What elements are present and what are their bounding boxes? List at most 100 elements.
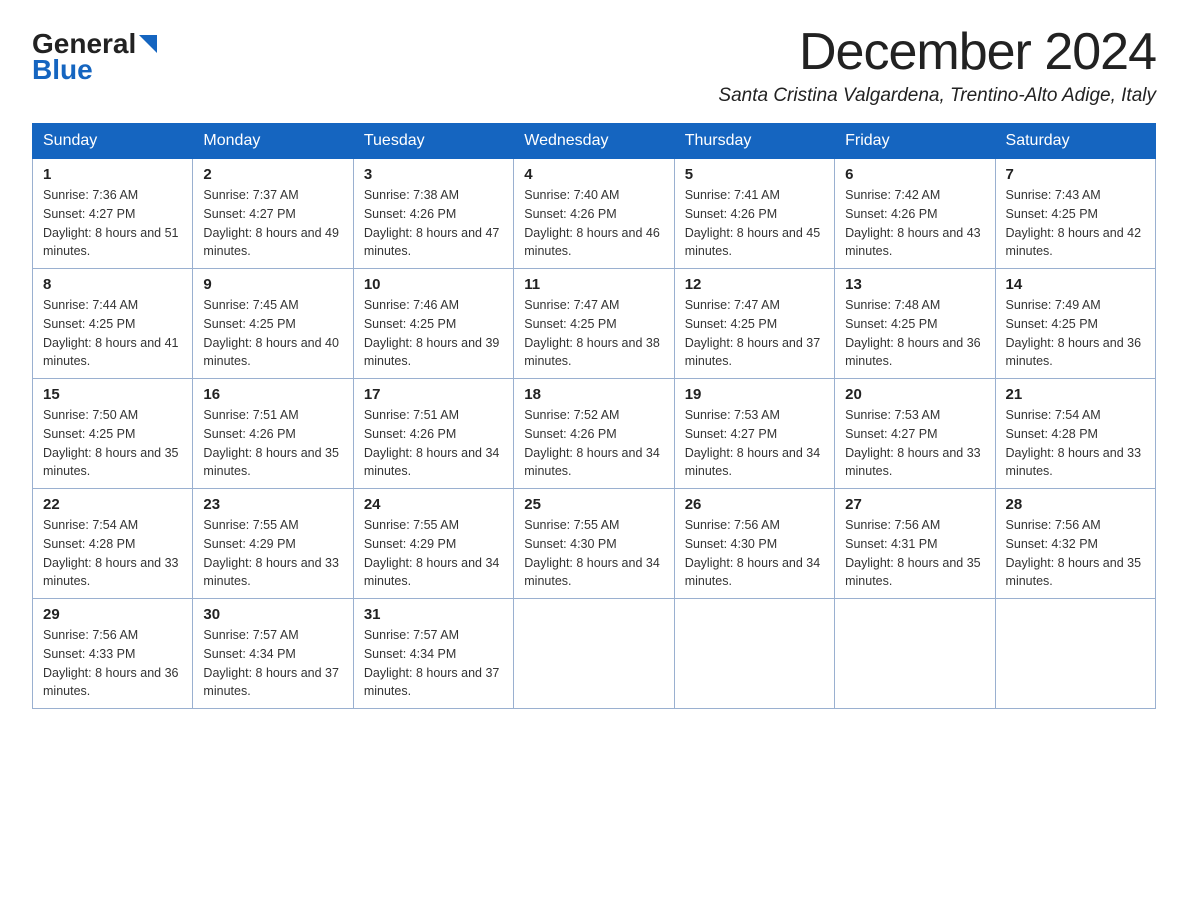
day-number: 13 — [845, 276, 984, 293]
day-number: 10 — [364, 276, 503, 293]
sunset-label: Sunset: 4:26 PM — [685, 207, 777, 221]
day-number: 31 — [364, 606, 503, 623]
sunrise-label: Sunrise: 7:37 AM — [203, 188, 298, 202]
sunrise-label: Sunrise: 7:56 AM — [685, 518, 780, 532]
table-row: 6 Sunrise: 7:42 AM Sunset: 4:26 PM Dayli… — [835, 159, 995, 269]
day-info: Sunrise: 7:41 AM Sunset: 4:26 PM Dayligh… — [685, 186, 824, 261]
sunset-label: Sunset: 4:25 PM — [1006, 207, 1098, 221]
day-info: Sunrise: 7:51 AM Sunset: 4:26 PM Dayligh… — [203, 406, 342, 481]
table-row: 19 Sunrise: 7:53 AM Sunset: 4:27 PM Dayl… — [674, 379, 834, 489]
table-row — [995, 599, 1155, 709]
daylight-label: Daylight: 8 hours and 34 minutes. — [685, 556, 821, 589]
day-info: Sunrise: 7:52 AM Sunset: 4:26 PM Dayligh… — [524, 406, 663, 481]
daylight-label: Daylight: 8 hours and 34 minutes. — [685, 446, 821, 479]
day-number: 30 — [203, 606, 342, 623]
table-row: 29 Sunrise: 7:56 AM Sunset: 4:33 PM Dayl… — [33, 599, 193, 709]
table-row: 23 Sunrise: 7:55 AM Sunset: 4:29 PM Dayl… — [193, 489, 353, 599]
day-info: Sunrise: 7:45 AM Sunset: 4:25 PM Dayligh… — [203, 296, 342, 371]
sunrise-label: Sunrise: 7:40 AM — [524, 188, 619, 202]
table-row: 12 Sunrise: 7:47 AM Sunset: 4:25 PM Dayl… — [674, 269, 834, 379]
sunrise-label: Sunrise: 7:49 AM — [1006, 298, 1101, 312]
sunset-label: Sunset: 4:27 PM — [43, 207, 135, 221]
sunset-label: Sunset: 4:25 PM — [43, 427, 135, 441]
table-row: 16 Sunrise: 7:51 AM Sunset: 4:26 PM Dayl… — [193, 379, 353, 489]
day-number: 26 — [685, 496, 824, 513]
table-row: 2 Sunrise: 7:37 AM Sunset: 4:27 PM Dayli… — [193, 159, 353, 269]
sunrise-label: Sunrise: 7:50 AM — [43, 408, 138, 422]
table-row: 1 Sunrise: 7:36 AM Sunset: 4:27 PM Dayli… — [33, 159, 193, 269]
daylight-label: Daylight: 8 hours and 33 minutes. — [845, 446, 981, 479]
title-block: December 2024 Santa Cristina Valgardena,… — [718, 24, 1156, 107]
sunset-label: Sunset: 4:32 PM — [1006, 537, 1098, 551]
day-number: 17 — [364, 386, 503, 403]
day-number: 8 — [43, 276, 182, 293]
table-row: 17 Sunrise: 7:51 AM Sunset: 4:26 PM Dayl… — [353, 379, 513, 489]
daylight-label: Daylight: 8 hours and 36 minutes. — [845, 336, 981, 369]
sunset-label: Sunset: 4:33 PM — [43, 647, 135, 661]
header-monday: Monday — [193, 124, 353, 159]
day-info: Sunrise: 7:42 AM Sunset: 4:26 PM Dayligh… — [845, 186, 984, 261]
table-row: 26 Sunrise: 7:56 AM Sunset: 4:30 PM Dayl… — [674, 489, 834, 599]
day-info: Sunrise: 7:36 AM Sunset: 4:27 PM Dayligh… — [43, 186, 182, 261]
day-number: 24 — [364, 496, 503, 513]
day-number: 1 — [43, 166, 182, 183]
table-row: 14 Sunrise: 7:49 AM Sunset: 4:25 PM Dayl… — [995, 269, 1155, 379]
table-row — [835, 599, 995, 709]
sunrise-label: Sunrise: 7:55 AM — [364, 518, 459, 532]
daylight-label: Daylight: 8 hours and 34 minutes. — [364, 446, 500, 479]
day-number: 7 — [1006, 166, 1145, 183]
day-info: Sunrise: 7:57 AM Sunset: 4:34 PM Dayligh… — [203, 626, 342, 701]
sunrise-label: Sunrise: 7:56 AM — [1006, 518, 1101, 532]
day-number: 14 — [1006, 276, 1145, 293]
header-friday: Friday — [835, 124, 995, 159]
sunset-label: Sunset: 4:25 PM — [685, 317, 777, 331]
sunset-label: Sunset: 4:26 PM — [203, 427, 295, 441]
day-info: Sunrise: 7:54 AM Sunset: 4:28 PM Dayligh… — [1006, 406, 1145, 481]
day-number: 5 — [685, 166, 824, 183]
daylight-label: Daylight: 8 hours and 40 minutes. — [203, 336, 339, 369]
sunrise-label: Sunrise: 7:47 AM — [685, 298, 780, 312]
sunset-label: Sunset: 4:26 PM — [524, 427, 616, 441]
sunset-label: Sunset: 4:26 PM — [364, 427, 456, 441]
day-number: 4 — [524, 166, 663, 183]
sunrise-label: Sunrise: 7:46 AM — [364, 298, 459, 312]
sunrise-label: Sunrise: 7:54 AM — [43, 518, 138, 532]
daylight-label: Daylight: 8 hours and 35 minutes. — [845, 556, 981, 589]
table-row: 8 Sunrise: 7:44 AM Sunset: 4:25 PM Dayli… — [33, 269, 193, 379]
sunset-label: Sunset: 4:34 PM — [203, 647, 295, 661]
table-row: 7 Sunrise: 7:43 AM Sunset: 4:25 PM Dayli… — [995, 159, 1155, 269]
day-info: Sunrise: 7:51 AM Sunset: 4:26 PM Dayligh… — [364, 406, 503, 481]
sunrise-label: Sunrise: 7:55 AM — [524, 518, 619, 532]
sunrise-label: Sunrise: 7:53 AM — [845, 408, 940, 422]
daylight-label: Daylight: 8 hours and 33 minutes. — [203, 556, 339, 589]
sunrise-label: Sunrise: 7:52 AM — [524, 408, 619, 422]
table-row: 25 Sunrise: 7:55 AM Sunset: 4:30 PM Dayl… — [514, 489, 674, 599]
day-info: Sunrise: 7:56 AM Sunset: 4:33 PM Dayligh… — [43, 626, 182, 701]
sunset-label: Sunset: 4:26 PM — [845, 207, 937, 221]
sunset-label: Sunset: 4:31 PM — [845, 537, 937, 551]
daylight-label: Daylight: 8 hours and 51 minutes. — [43, 226, 179, 259]
sunrise-label: Sunrise: 7:47 AM — [524, 298, 619, 312]
header-saturday: Saturday — [995, 124, 1155, 159]
calendar-header-row: Sunday Monday Tuesday Wednesday Thursday… — [33, 124, 1156, 159]
day-info: Sunrise: 7:47 AM Sunset: 4:25 PM Dayligh… — [685, 296, 824, 371]
day-info: Sunrise: 7:47 AM Sunset: 4:25 PM Dayligh… — [524, 296, 663, 371]
day-number: 27 — [845, 496, 984, 513]
table-row — [514, 599, 674, 709]
daylight-label: Daylight: 8 hours and 37 minutes. — [364, 666, 500, 699]
day-info: Sunrise: 7:57 AM Sunset: 4:34 PM Dayligh… — [364, 626, 503, 701]
header-thursday: Thursday — [674, 124, 834, 159]
calendar-week-row: 15 Sunrise: 7:50 AM Sunset: 4:25 PM Dayl… — [33, 379, 1156, 489]
day-number: 11 — [524, 276, 663, 293]
logo: General Blue — [32, 28, 157, 86]
day-info: Sunrise: 7:50 AM Sunset: 4:25 PM Dayligh… — [43, 406, 182, 481]
sunrise-label: Sunrise: 7:51 AM — [203, 408, 298, 422]
day-info: Sunrise: 7:54 AM Sunset: 4:28 PM Dayligh… — [43, 516, 182, 591]
location-subtitle: Santa Cristina Valgardena, Trentino-Alto… — [718, 85, 1156, 107]
day-info: Sunrise: 7:56 AM Sunset: 4:32 PM Dayligh… — [1006, 516, 1145, 591]
sunrise-label: Sunrise: 7:42 AM — [845, 188, 940, 202]
day-number: 3 — [364, 166, 503, 183]
sunset-label: Sunset: 4:30 PM — [524, 537, 616, 551]
day-number: 29 — [43, 606, 182, 623]
day-info: Sunrise: 7:55 AM Sunset: 4:29 PM Dayligh… — [364, 516, 503, 591]
